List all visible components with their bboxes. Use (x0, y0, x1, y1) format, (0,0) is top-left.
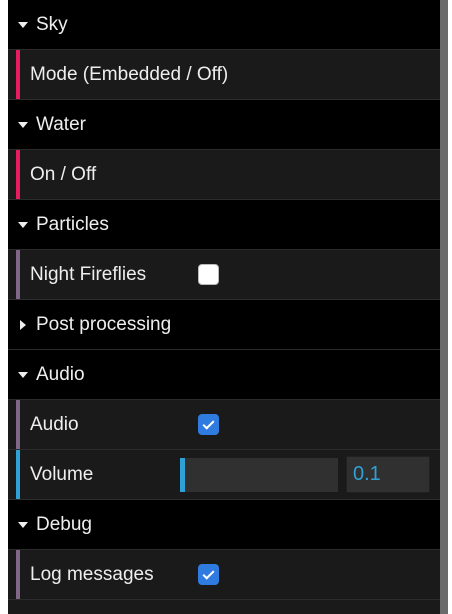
folder-post-processing[interactable]: Post processing (8, 300, 440, 350)
folder-water[interactable]: Water (8, 100, 440, 150)
night-fireflies-row: Night Fireflies (8, 250, 440, 300)
folder-debug[interactable]: Debug (8, 500, 440, 550)
chevron-right-icon (18, 319, 36, 330)
row-label: On / Off (30, 163, 97, 185)
row-label: Volume (30, 463, 94, 485)
row-label: Log messages (30, 563, 154, 585)
volume-slider-fill (180, 457, 185, 492)
controls-panel: Sky Mode (Embedded / Off) Water On / Off… (8, 0, 440, 614)
audio-row: Audio (8, 400, 440, 450)
row-label: Audio (30, 413, 79, 435)
row-label: Mode (Embedded / Off) (30, 63, 229, 85)
folder-title: Sky (36, 13, 68, 35)
scrollbar[interactable] (440, 0, 448, 614)
folder-title: Post processing (36, 313, 172, 335)
row-label: Night Fireflies (30, 263, 147, 285)
chevron-down-icon (18, 21, 36, 28)
folder-title: Debug (36, 513, 92, 535)
chevron-down-icon (18, 521, 36, 528)
log-messages-checkbox[interactable] (198, 564, 219, 585)
folder-title: Particles (36, 213, 109, 235)
chevron-down-icon (18, 221, 36, 228)
night-fireflies-checkbox[interactable] (198, 264, 219, 285)
folder-particles[interactable]: Particles (8, 200, 440, 250)
volume-slider[interactable] (180, 457, 338, 492)
volume-input[interactable]: 0.1 (346, 456, 430, 493)
checkmark-icon (202, 417, 215, 430)
log-messages-row: Log messages (8, 550, 440, 600)
water-toggle-button[interactable]: On / Off (8, 150, 440, 200)
folder-title: Water (36, 113, 86, 135)
checkmark-icon (202, 567, 215, 580)
chevron-down-icon (18, 121, 36, 128)
folder-title: Audio (36, 363, 85, 385)
sky-mode-button[interactable]: Mode (Embedded / Off) (8, 50, 440, 100)
folder-sky[interactable]: Sky (8, 0, 440, 50)
audio-checkbox[interactable] (198, 414, 219, 435)
chevron-down-icon (18, 371, 36, 378)
folder-audio[interactable]: Audio (8, 350, 440, 400)
volume-row: Volume 0.1 (8, 450, 440, 500)
